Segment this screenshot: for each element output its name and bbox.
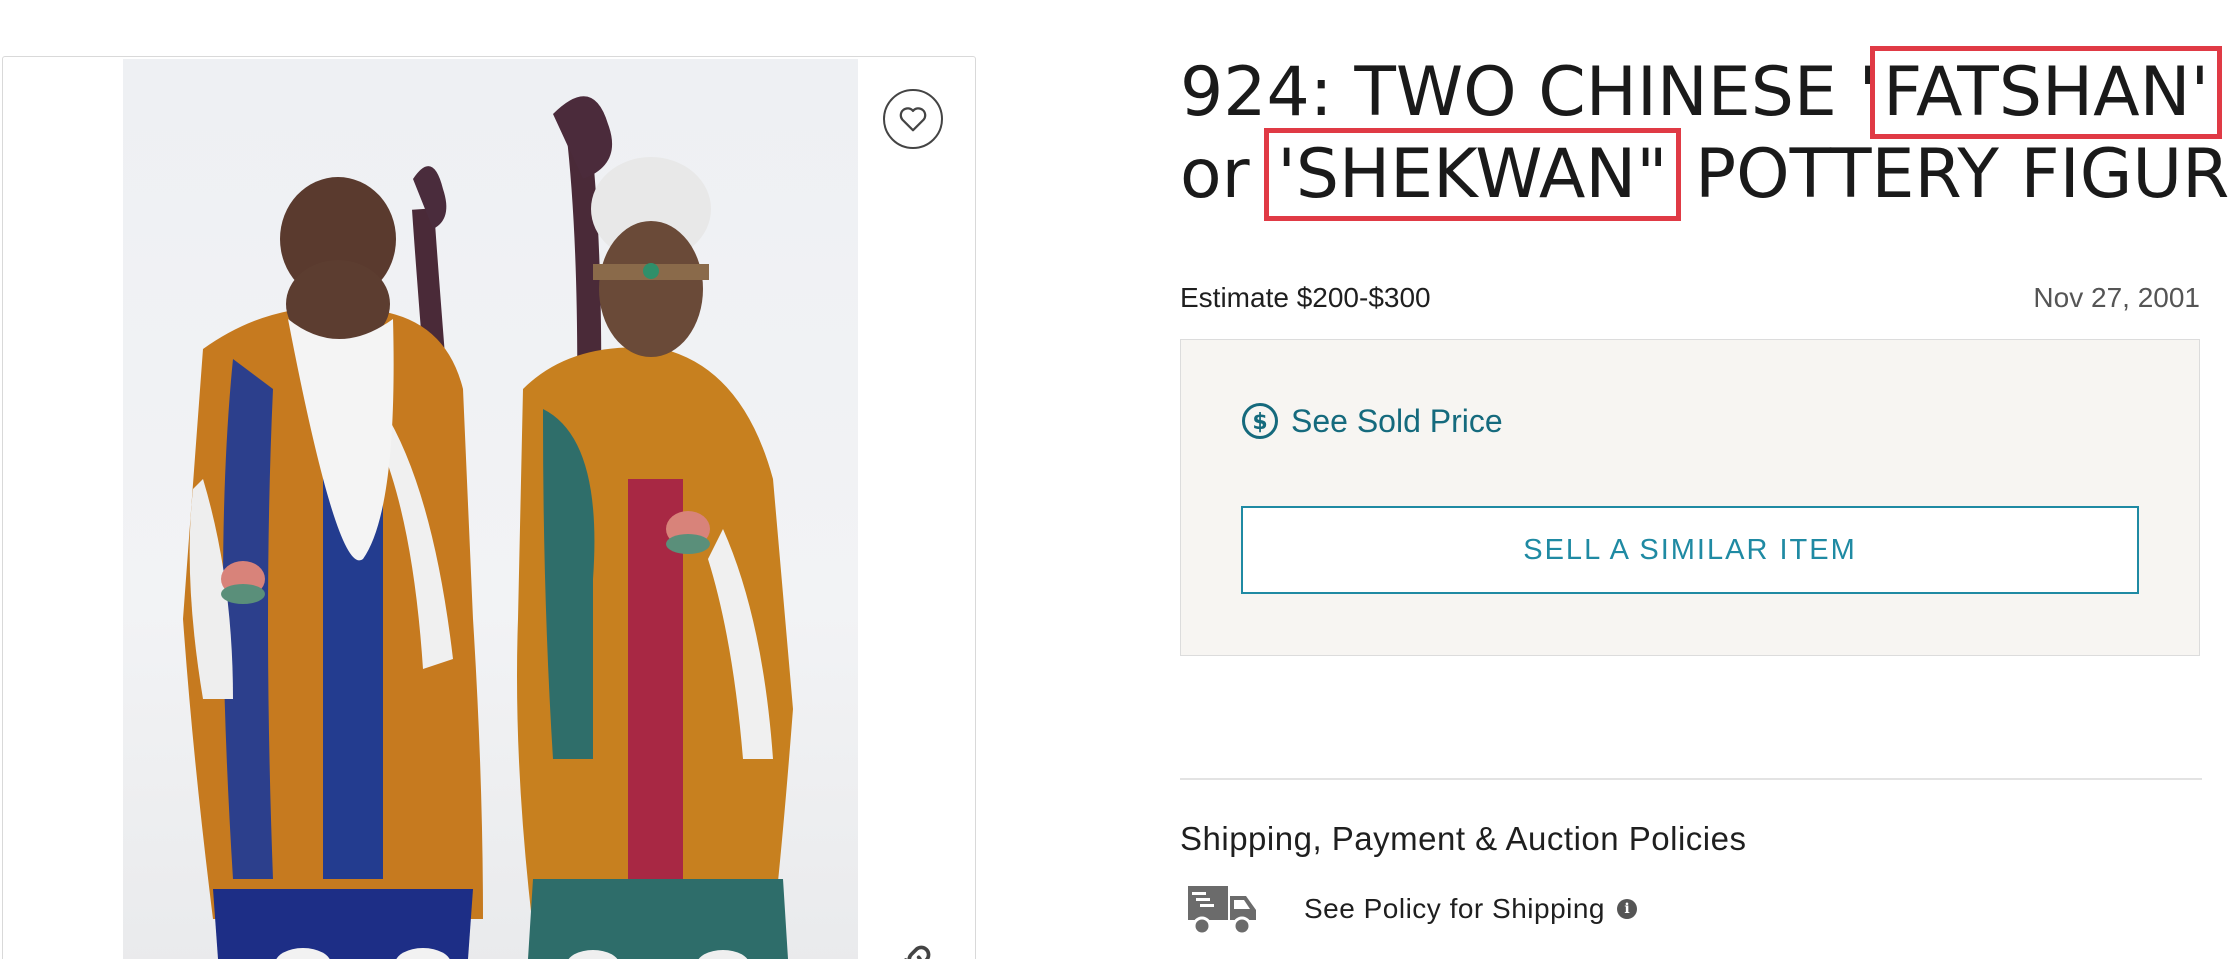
- share-button[interactable]: [887, 933, 943, 959]
- highlight-shekwan: 'SHEKWAN": [1264, 128, 1681, 221]
- shipping-policy-row: See Policy for Shipping i: [1184, 878, 1638, 940]
- lot-image-panel: [2, 56, 976, 959]
- heart-icon: [899, 107, 927, 132]
- price-box: $ See Sold Price SELL A SIMILAR ITEM: [1180, 339, 2200, 656]
- see-sold-price-link[interactable]: $ See Sold Price: [1241, 402, 1503, 440]
- pottery-figures-image: [183, 96, 793, 959]
- sale-date: Nov 27, 2001: [2033, 282, 2200, 313]
- info-icon[interactable]: i: [1617, 899, 1638, 919]
- estimate-text: Estimate $200-$300: [1180, 282, 1431, 313]
- lot-detail-page: 924: TWO CHINESE 'FATSHAN' or 'SHEKWAN" P…: [0, 0, 2236, 959]
- dollar-circle-icon: $: [1241, 402, 1279, 440]
- see-sold-price-label: See Sold Price: [1291, 402, 1503, 439]
- title-suffix: POTTERY FIGURES: [1695, 135, 2236, 214]
- share-icon: [904, 945, 931, 959]
- sell-similar-item-button[interactable]: SELL A SIMILAR ITEM: [1241, 506, 2139, 594]
- lot-photo[interactable]: [123, 59, 858, 959]
- shipping-policy-link[interactable]: See Policy for Shipping: [1304, 893, 1605, 925]
- title-prefix: 924: TWO CHINESE ': [1180, 53, 1878, 132]
- title-middle: or: [1180, 135, 1272, 214]
- estimate-row: Estimate $200-$300 Nov 27, 2001: [1180, 282, 2200, 314]
- highlight-fatshan: FATSHAN': [1870, 46, 2223, 139]
- policies-heading: Shipping, Payment & Auction Policies: [1180, 820, 1747, 857]
- section-divider: [1180, 778, 2202, 780]
- lot-title: 924: TWO CHINESE 'FATSHAN' or 'SHEKWAN" P…: [1180, 46, 2236, 221]
- truck-icon: [1184, 878, 1260, 940]
- lot-info-panel: 924: TWO CHINESE 'FATSHAN' or 'SHEKWAN" P…: [1180, 0, 2236, 959]
- svg-text:$: $: [1252, 410, 1267, 435]
- favorite-button[interactable]: [883, 89, 943, 149]
